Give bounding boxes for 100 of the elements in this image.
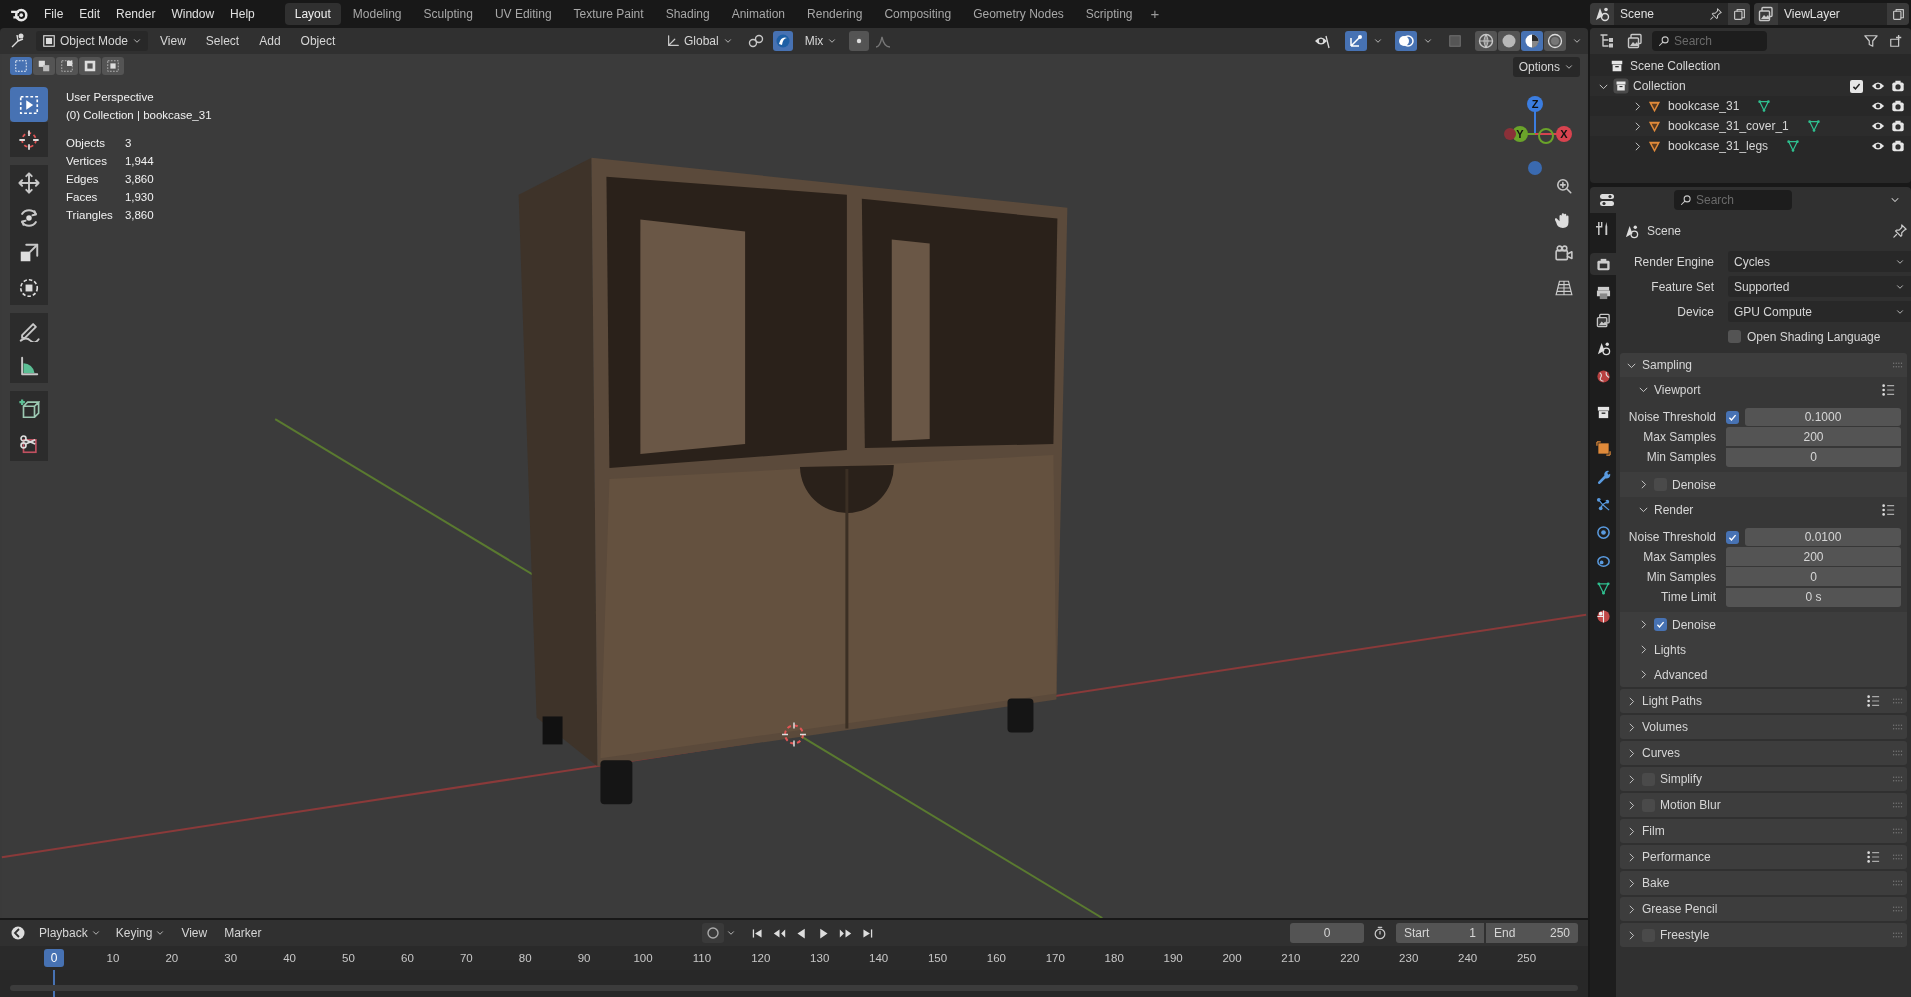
menu-dropdown[interactable]: Playback (33, 923, 107, 943)
properties-tab[interactable] (1590, 253, 1616, 275)
number-field[interactable]: 0.0100 (1745, 528, 1901, 546)
render-toggle[interactable] (1891, 99, 1905, 113)
outliner-item[interactable]: Scene Collection (1630, 57, 1721, 75)
copy-scene-button[interactable] (1728, 3, 1750, 25)
outliner-item[interactable]: bookcase_31 (1668, 97, 1740, 115)
number-field[interactable]: 0.1000 (1745, 408, 1901, 426)
workspace-tab[interactable]: UV Editing (484, 3, 562, 25)
selection-mode-button[interactable] (10, 57, 32, 75)
menu-item[interactable]: Window (163, 3, 223, 25)
workspace-tab[interactable]: Animation (721, 3, 796, 25)
menu-item[interactable]: Render (108, 3, 164, 25)
mode-dropdown[interactable]: Object Mode (36, 31, 149, 51)
caret-icon (1564, 62, 1574, 72)
workspace-tab[interactable]: Rendering (797, 3, 873, 25)
workspace-tab[interactable]: Modeling (342, 3, 412, 25)
cursor-tool-button[interactable] (10, 122, 48, 157)
number-field[interactable]: 0 s (1726, 587, 1901, 607)
menu-item[interactable]: Select (197, 31, 248, 51)
start-frame-field[interactable]: Start 1 (1396, 923, 1484, 943)
selection-mode-button[interactable] (56, 57, 78, 75)
subpanel-header[interactable]: Viewport (1654, 380, 1876, 399)
panel-header[interactable]: Sampling (1642, 356, 1886, 374)
cut-tool-button[interactable] (10, 426, 48, 461)
keyframe-button[interactable] (701, 923, 724, 943)
menu-item[interactable]: Edit (71, 3, 109, 25)
render-toggle[interactable] (1891, 79, 1905, 93)
playhead-frame[interactable]: 0 (44, 949, 64, 967)
search-field[interactable]: Search (1674, 190, 1792, 210)
checkbox[interactable] (1850, 79, 1863, 93)
menu-item[interactable]: Add (251, 31, 289, 51)
selection-mode-button[interactable] (79, 57, 101, 75)
current-frame-field[interactable]: 0 (1290, 923, 1364, 943)
workspace-tab[interactable]: Layout (284, 3, 341, 25)
overlay-toggle[interactable] (1395, 31, 1417, 51)
view-layer-selector-button[interactable] (1754, 3, 1778, 25)
menu-item[interactable]: View (152, 31, 194, 51)
mesh-icon (1786, 139, 1801, 153)
scene-icon (1595, 340, 1611, 356)
proportional-edit-button[interactable] (849, 31, 870, 51)
number-field[interactable]: 200 (1726, 547, 1901, 566)
measure-tool-button[interactable] (10, 348, 48, 383)
menu-dropdown[interactable]: Keying (109, 923, 172, 943)
orientation-dropdown[interactable]: Global (660, 31, 739, 51)
transform-tool-button[interactable] (10, 270, 48, 305)
workspace-tab[interactable]: Geometry Nodes (963, 3, 1074, 25)
falloff-dropdown[interactable]: Mix (798, 31, 844, 51)
workspace-tab[interactable]: Sculpting (413, 3, 483, 25)
scene-selector-button[interactable] (1590, 3, 1614, 25)
images-icon (1595, 312, 1611, 328)
gizmo-toggle[interactable] (1345, 31, 1367, 51)
outliner-item[interactable]: bookcase_31_legs (1668, 137, 1769, 155)
object-icon (1595, 440, 1611, 456)
frame-number: 180 (1104, 951, 1124, 966)
checkbox[interactable] (1654, 618, 1667, 631)
workspace-tab[interactable]: Scripting (1075, 3, 1143, 25)
selection-mode-button[interactable] (102, 57, 124, 75)
checkbox[interactable] (1728, 330, 1741, 343)
menu-item[interactable]: Object (292, 31, 344, 51)
workspace-tab[interactable]: Texture Paint (563, 3, 654, 25)
scrollbar[interactable] (10, 985, 1578, 991)
subpanel-header[interactable]: Lights (1654, 640, 1901, 659)
copy-view-layer-button[interactable] (1887, 3, 1909, 25)
subpanel-header[interactable]: Render (1654, 500, 1876, 519)
end-frame-field[interactable]: End 250 (1486, 923, 1578, 943)
select-box-tool-button[interactable] (10, 87, 48, 122)
checkbox[interactable] (1726, 410, 1739, 424)
move-tool-button[interactable] (10, 165, 48, 200)
subpanel-header[interactable]: Denoise (1672, 615, 1901, 634)
number-field[interactable]: 0 (1726, 447, 1901, 467)
subpanel-header[interactable]: Denoise (1672, 475, 1901, 494)
shading-mode-button[interactable] (1521, 31, 1543, 51)
menu-item[interactable]: Help (222, 3, 263, 25)
options-dropdown[interactable]: Options (1512, 57, 1580, 77)
subpanel-header[interactable]: Advanced (1654, 665, 1901, 684)
dropdown[interactable]: GPU Compute (1728, 301, 1911, 322)
workspace-tab[interactable]: Shading (655, 3, 720, 25)
render-toggle[interactable] (1891, 119, 1905, 133)
scene-icon (1594, 6, 1610, 22)
menu-item[interactable]: View (174, 923, 215, 943)
menu-item[interactable]: File (36, 3, 72, 25)
render-toggle[interactable] (1891, 139, 1905, 153)
shading-mode-button[interactable] (1544, 31, 1566, 51)
caret-icon (155, 928, 166, 938)
selection-mode-button[interactable] (33, 57, 55, 75)
frame-number: 50 (342, 951, 355, 966)
menu-item[interactable]: Marker (217, 923, 269, 943)
add-workspace-button[interactable]: + (1144, 2, 1166, 26)
search-field[interactable]: Search (1652, 31, 1767, 51)
number-field[interactable]: 200 (1726, 427, 1901, 446)
dropdown[interactable]: Supported (1728, 276, 1911, 297)
number-field[interactable]: 0 (1726, 567, 1901, 586)
checkbox[interactable] (1726, 530, 1739, 544)
dropdown[interactable]: Cycles (1728, 251, 1911, 272)
circles-icon (1398, 33, 1414, 49)
annotate-tool-button[interactable] (10, 313, 48, 348)
workspace-tab[interactable]: Compositing (874, 3, 962, 25)
selection-square-icon (14, 59, 28, 73)
add-cube-tool-button[interactable] (10, 391, 48, 426)
